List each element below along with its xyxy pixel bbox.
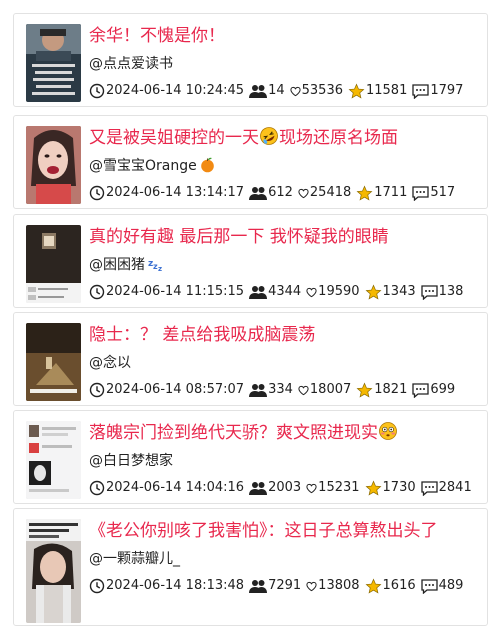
author-name[interactable]: @白日梦想家 — [89, 451, 173, 471]
post-stats: 2024-06-14 13:14:17 612 25418 1711 517 — [89, 184, 460, 202]
star-icon — [365, 284, 381, 300]
post-datetime: 2024-06-14 13:14:17 — [106, 185, 245, 200]
followers-count: 2003 — [268, 480, 302, 495]
post-stats: 2024-06-14 10:24:45 14 53536 11581 1797 — [89, 82, 468, 100]
author-name[interactable]: @一颗蒜瓣儿_ — [89, 549, 180, 569]
heart-icon — [298, 385, 309, 395]
comments-count: 1797 — [430, 83, 464, 98]
clock-icon — [89, 382, 105, 398]
author-name[interactable]: @点点爱读书 — [89, 54, 173, 74]
followers-count: 612 — [268, 185, 293, 200]
heart-icon — [306, 287, 317, 297]
feed-card[interactable]: 隐士：？ 差点给我吸成脑震荡 @念以 2024-06-14 08:57:07 3… — [13, 312, 488, 406]
comment-icon — [412, 382, 430, 398]
post-title[interactable]: 又是被吴姐硬控的一天 现场还原名场面 — [89, 126, 479, 150]
post-title[interactable]: 隐士：？ 差点给我吸成脑震荡 — [89, 323, 479, 347]
comment-icon — [420, 284, 438, 300]
likes-count: 19590 — [318, 284, 360, 299]
feed-card[interactable]: 《老公你别咳了我害怕》：这日子总算熬出头了 @一颗蒜瓣儿_ 2024-06-14… — [13, 508, 488, 626]
clock-icon — [89, 83, 105, 99]
post-stats: 2024-06-14 18:13:48 7291 13808 1616 489 — [89, 577, 468, 595]
post-datetime: 2024-06-14 10:24:45 — [106, 83, 245, 98]
post-title[interactable]: 余华！不愧是你！ — [89, 24, 479, 48]
video-thumbnail[interactable] — [26, 225, 81, 303]
comments-count: 699 — [430, 382, 456, 397]
followers-count: 14 — [268, 83, 285, 98]
stars-count: 1616 — [382, 578, 416, 593]
post-title[interactable]: 《老公你别咳了我害怕》：这日子总算熬出头了 — [89, 519, 479, 543]
comments-count: 2841 — [438, 480, 472, 495]
comment-icon — [412, 83, 429, 99]
users-icon — [249, 85, 268, 98]
star-icon — [356, 382, 373, 398]
feed-card[interactable]: 余华！不愧是你！ @点点爱读书 2024-06-14 10:24:45 14 5… — [13, 13, 488, 107]
followers-count: 334 — [268, 382, 293, 397]
clock-icon — [89, 284, 105, 300]
stars-count: 11581 — [365, 83, 408, 98]
post-title[interactable]: 真的好有趣 最后那一下 我怀疑我的眼睛 — [89, 225, 479, 249]
sleeping-emoji: zzz — [148, 259, 162, 272]
tangerine-emoji — [200, 157, 214, 173]
likes-count: 53536 — [301, 83, 343, 98]
video-thumbnail[interactable] — [26, 519, 81, 623]
comments-count: 517 — [430, 185, 456, 200]
stars-count: 1821 — [374, 382, 408, 397]
users-icon — [249, 187, 268, 200]
post-datetime: 2024-06-14 18:13:48 — [106, 578, 245, 593]
likes-count: 18007 — [309, 382, 352, 397]
likes-count: 25418 — [309, 185, 352, 200]
feed-card[interactable]: 落魄宗门捡到绝代天骄？爽文照进现实 @白日梦想家 2024-06-14 14:0… — [13, 410, 488, 504]
heart-icon — [306, 483, 317, 493]
heart-icon — [290, 86, 301, 96]
star-icon — [348, 83, 365, 99]
rofl-emoji — [260, 127, 278, 145]
heart-icon — [306, 581, 317, 591]
feed-card[interactable]: 真的好有趣 最后那一下 我怀疑我的眼睛 @困困猪 z z z 2024-06-14 1… — [13, 214, 488, 308]
post-datetime: 2024-06-14 14:04:16 — [106, 480, 245, 495]
feed-list: 余华！不愧是你！ @点点爱读书 2024-06-14 10:24:45 14 5… — [0, 0, 500, 638]
post-stats: 2024-06-14 08:57:07 334 18007 1821 699 — [89, 381, 460, 399]
flushed-emoji — [379, 422, 397, 440]
author-name[interactable]: @困困猪 z z z — [89, 255, 165, 275]
post-title[interactable]: 落魄宗门捡到绝代天骄？爽文照进现实 — [89, 421, 479, 445]
comments-count: 138 — [438, 284, 464, 299]
author-name[interactable]: @念以 — [89, 353, 131, 373]
users-icon — [249, 286, 268, 299]
video-thumbnail[interactable] — [26, 421, 81, 499]
comments-count: 489 — [438, 578, 464, 593]
comment-icon — [420, 480, 438, 496]
post-stats: 2024-06-14 14:04:16 2003 15231 1730 2841 — [89, 479, 477, 497]
svg-text:z: z — [158, 265, 162, 272]
video-thumbnail[interactable] — [26, 323, 81, 401]
video-thumbnail[interactable] — [26, 126, 81, 204]
stars-count: 1730 — [382, 480, 416, 495]
star-icon — [356, 185, 373, 201]
star-icon — [365, 578, 381, 594]
stars-count: 1711 — [374, 185, 408, 200]
clock-icon — [89, 185, 105, 201]
users-icon — [249, 580, 268, 593]
clock-icon — [89, 480, 105, 496]
followers-count: 7291 — [268, 578, 302, 593]
users-icon — [249, 482, 268, 495]
likes-count: 13808 — [318, 578, 360, 593]
comment-icon — [412, 185, 430, 201]
users-icon — [249, 384, 268, 397]
post-stats: 2024-06-14 11:15:15 4344 19590 1343 138 — [89, 283, 468, 301]
feed-card[interactable]: 又是被吴姐硬控的一天 现场还原名场面 @雪宝宝Orange 2024-06-14 … — [13, 115, 488, 209]
stars-count: 1343 — [382, 284, 416, 299]
video-thumbnail[interactable] — [26, 24, 81, 102]
likes-count: 15231 — [318, 480, 360, 495]
post-datetime: 2024-06-14 08:57:07 — [106, 382, 245, 397]
heart-icon — [298, 188, 309, 198]
author-name[interactable]: @雪宝宝Orange — [89, 156, 216, 176]
clock-icon — [89, 578, 105, 594]
comment-icon — [420, 578, 438, 594]
followers-count: 4344 — [268, 284, 302, 299]
post-datetime: 2024-06-14 11:15:15 — [106, 284, 245, 299]
star-icon — [365, 480, 381, 496]
